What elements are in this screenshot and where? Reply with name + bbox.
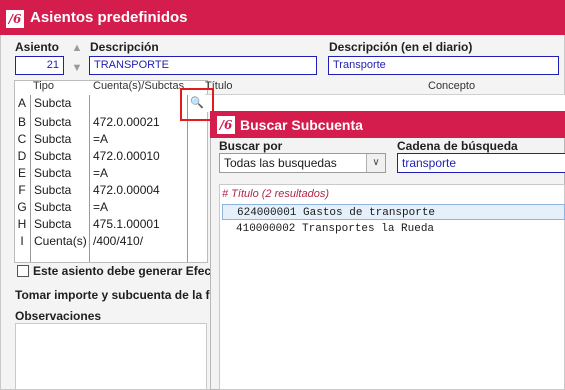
row-tipo[interactable]: Subcta: [34, 199, 71, 216]
row-cuenta[interactable]: 472.0.00021: [93, 114, 160, 131]
chevron-up-icon[interactable]: ▲: [69, 42, 85, 54]
checkbox-label: Este asiento debe generar Efect: [33, 264, 216, 278]
chevron-down-icon[interactable]: ∨: [366, 154, 385, 172]
cadena-label: Cadena de búsqueda: [397, 139, 518, 153]
row-letter: E: [17, 166, 26, 180]
row-letter: G: [17, 200, 27, 214]
row-tipo[interactable]: Cuenta(s): [34, 233, 87, 250]
row-tipo[interactable]: Subcta: [34, 165, 71, 182]
row-cuenta[interactable]: 472.0.00010: [93, 148, 160, 165]
grid-row[interactable]: H Subcta 475.1.00001: [14, 216, 208, 233]
cadena-busqueda-input[interactable]: transporte: [397, 153, 565, 173]
grid-row[interactable]: G Subcta =A: [14, 199, 208, 216]
buscar-por-label: Buscar por: [219, 139, 283, 153]
row-letter: H: [17, 217, 27, 231]
generar-efectos-checkbox[interactable]: [17, 265, 29, 277]
descripcion-label: Descripción: [90, 40, 159, 54]
asiento-label: Asiento: [15, 40, 60, 54]
list-item[interactable]: 624000001 Gastos de transporte: [222, 204, 565, 220]
row-letter: D: [17, 149, 27, 163]
grid-row[interactable]: A Subcta: [14, 95, 208, 112]
chevron-down-icon[interactable]: ▼: [69, 62, 85, 74]
row-tipo[interactable]: Subcta: [34, 95, 71, 112]
main-title-bar: /6 Asientos predefinidos: [0, 0, 565, 35]
observaciones-label: Observaciones: [15, 309, 102, 323]
window-title: Asientos predefinidos: [30, 9, 188, 26]
grid-row[interactable]: F Subcta 472.0.00004: [14, 182, 208, 199]
row-cuenta[interactable]: /400/410/: [93, 233, 143, 250]
row-tipo[interactable]: Subcta: [34, 216, 71, 233]
app-logo-icon: /6: [217, 116, 235, 134]
row-letter: B: [17, 115, 26, 129]
asiento-field[interactable]: 21: [15, 56, 64, 75]
row-tipo[interactable]: Subcta: [34, 182, 71, 199]
row-cuenta[interactable]: =A: [93, 199, 108, 216]
descripcion-field[interactable]: TRANSPORTE: [89, 56, 317, 75]
dialog-title-bar: /6 Buscar Subcuenta: [210, 111, 565, 138]
row-cuenta[interactable]: =A: [93, 165, 108, 182]
grid-row[interactable]: I Cuenta(s) /400/410/: [14, 233, 208, 250]
row-tipo[interactable]: Subcta: [34, 131, 71, 148]
row-cuenta[interactable]: =A: [93, 131, 108, 148]
grid-row-extension: [205, 95, 565, 112]
highlight-box: [180, 88, 214, 121]
row-cuenta[interactable]: 475.1.00001: [93, 216, 160, 233]
row-letter: C: [17, 132, 27, 146]
dialog-title: Buscar Subcuenta: [240, 117, 363, 133]
grid-row[interactable]: C Subcta =A: [14, 131, 208, 148]
row-letter: I: [20, 234, 24, 248]
app-logo-icon: /6: [6, 10, 24, 28]
column-header-concepto[interactable]: Concepto: [428, 80, 475, 94]
descripcion-diario-label: Descripción (en el diario): [329, 40, 473, 54]
row-tipo[interactable]: Subcta: [34, 114, 71, 131]
observaciones-textarea[interactable]: [15, 323, 207, 390]
column-header-cuentas[interactable]: Cuenta(s)/Subctas: [93, 80, 184, 94]
row-cuenta[interactable]: 472.0.00004: [93, 182, 160, 199]
row-letter: F: [18, 183, 26, 197]
list-item[interactable]: 410000002 Transportes la Rueda: [222, 221, 565, 237]
grid-row[interactable]: D Subcta 472.0.00010: [14, 148, 208, 165]
column-header-tipo[interactable]: Tipo: [33, 80, 54, 94]
grid-row[interactable]: E Subcta =A: [14, 165, 208, 182]
results-header: # Título (2 resultados): [222, 188, 329, 200]
buscar-por-select[interactable]: Todas las busquedas: [219, 153, 386, 173]
grid-row[interactable]: B Subcta 472.0.00021: [14, 114, 208, 131]
importe-text: Tomar importe y subcuenta de la f: [15, 288, 210, 302]
row-tipo[interactable]: Subcta: [34, 148, 71, 165]
row-letter: A: [17, 96, 26, 110]
descripcion-diario-field[interactable]: Transporte: [328, 56, 559, 75]
